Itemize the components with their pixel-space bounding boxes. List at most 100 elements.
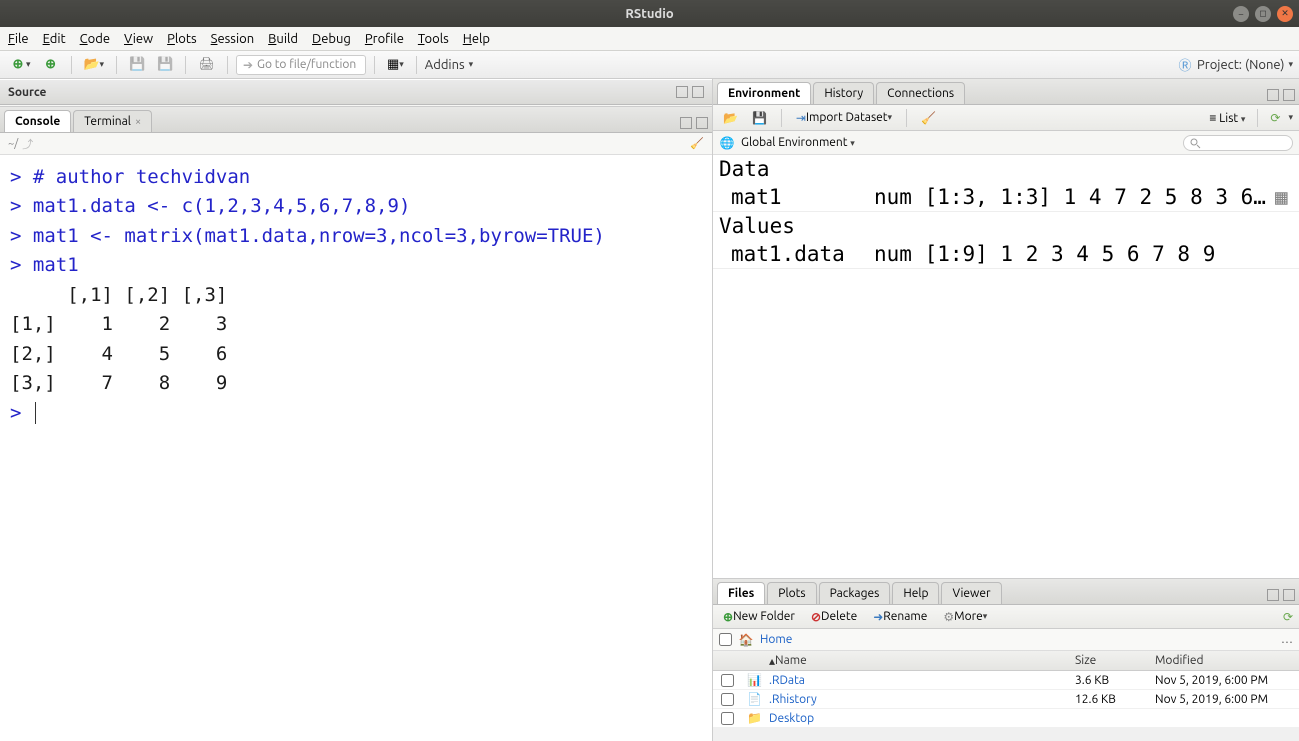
close-button[interactable]: ✕ [1277,6,1293,22]
breadcrumb-home[interactable]: Home [760,633,792,646]
r-project-icon: Ⓡ [1177,57,1193,73]
file-checkbox[interactable] [721,674,734,687]
titlebar: RStudio – ◻ ✕ [0,0,1299,27]
tab-connections[interactable]: Connections [876,82,965,104]
minimize-button[interactable]: – [1233,6,1249,22]
open-file-button[interactable]: 📂▾ [80,55,109,75]
file-size: 3.6 KB [1069,671,1149,689]
separator [374,56,375,74]
pane-max-icon[interactable] [1283,89,1295,101]
import-dataset-button[interactable]: ⇥ Import Dataset ▾ [792,109,896,127]
header-size[interactable]: Size [1069,651,1149,670]
environment-search-input[interactable] [1183,135,1293,151]
pane-max-icon[interactable] [696,117,708,129]
clear-workspace-button[interactable]: 🧹 [917,109,940,127]
pane-min-icon[interactable] [676,86,688,98]
grid-button[interactable]: ▦▾ [383,55,408,74]
header-modified[interactable]: Modified [1149,651,1299,670]
save-all-button[interactable]: 💾 [153,55,177,74]
maximize-button[interactable]: ◻ [1255,6,1271,22]
env-value-row[interactable]: mat1.datanum [1:9] 1 2 3 4 5 6 7 8 9 [713,240,1299,269]
addins-dropdown[interactable]: Addins ▾ [425,58,473,72]
console-output[interactable]: > # author techvidvan > mat1.data <- c(1… [0,155,712,741]
files-toolbar: ⊕ New Folder ⊘ Delete ➜ Rename ⚙ More ▾ … [713,605,1299,629]
goto-file-input[interactable]: ➔ Go to file/function [236,55,366,75]
menu-view[interactable]: View [124,32,153,46]
menu-tools[interactable]: Tools [418,32,449,46]
menu-profile[interactable]: Profile [365,32,404,46]
env-data-row[interactable]: mat1num [1:3, 1:3] 1 4 7 2 5 8 3 6…▦ [713,183,1299,212]
pane-max-icon[interactable] [692,86,704,98]
menu-edit[interactable]: Edit [43,32,66,46]
tab-packages[interactable]: Packages [819,582,891,604]
pane-min-icon[interactable] [680,117,692,129]
new-folder-button[interactable]: ⊕ New Folder [719,608,799,626]
separator [116,56,117,74]
tab-environment[interactable]: Environment [717,82,811,104]
source-pane-title: Source [8,86,46,99]
load-workspace-button[interactable]: 📂 [719,109,742,127]
window-controls: – ◻ ✕ [1233,6,1293,22]
save-workspace-button[interactable]: 💾 [748,109,771,127]
environment-toolbar: 📂 💾 ⇥ Import Dataset ▾ 🧹 ≡ List ▾ ⟳▾ [713,105,1299,131]
menu-help[interactable]: Help [463,32,490,46]
save-button[interactable]: 💾 [125,55,149,74]
pane-min-icon[interactable] [1267,589,1279,601]
menu-plots[interactable]: Plots [167,32,197,46]
close-icon[interactable]: × [135,116,141,128]
view-data-icon[interactable]: ▦ [1275,185,1293,209]
window-title: RStudio [625,7,673,21]
file-name-link[interactable]: .RData [769,674,805,687]
tab-terminal[interactable]: Terminal× [73,110,152,132]
home-icon[interactable]: 🏠 [738,632,754,648]
new-project-button[interactable]: ⊕ [39,55,63,75]
menu-debug[interactable]: Debug [312,32,351,46]
file-name-link[interactable]: .Rhistory [769,693,817,706]
print-button[interactable]: 🖨 [194,55,219,74]
tab-console[interactable]: Console [4,110,71,132]
file-modified [1149,709,1299,727]
tab-viewer[interactable]: Viewer [941,582,1001,604]
tab-plots[interactable]: Plots [767,582,816,604]
console-popout-icon[interactable]: ⤴ [22,136,33,152]
project-label: Project: (None) [1197,58,1284,72]
header-name[interactable]: ▴ Name [763,651,1069,670]
select-all-checkbox[interactable] [719,633,732,646]
menu-session[interactable]: Session [211,32,254,46]
menu-build[interactable]: Build [268,32,298,46]
tab-help[interactable]: Help [892,582,939,604]
tab-history[interactable]: History [813,82,874,104]
scope-dropdown[interactable]: Global Environment ▾ [741,136,855,149]
refresh-files-button[interactable]: ⟳ [1283,611,1293,624]
scope-icon: 🌐 [719,135,735,151]
rename-button[interactable]: ➜ Rename [869,608,931,626]
files-pane: Files Plots Packages Help Viewer ⊕ New F… [713,579,1299,741]
file-modified: Nov 5, 2019, 6:00 PM [1149,671,1299,689]
separator [185,56,186,74]
data-section-header: Data [713,155,1299,183]
file-size [1069,709,1149,727]
file-checkbox[interactable] [721,712,734,725]
file-name-link[interactable]: Desktop [769,712,814,725]
environment-scope-bar: 🌐 Global Environment ▾ [713,131,1299,155]
project-dropdown[interactable]: Ⓡ Project: (None) ▾ [1177,57,1293,73]
view-mode-dropdown[interactable]: ≡ List ▾ [1209,111,1245,125]
menu-code[interactable]: Code [80,32,110,46]
more-button[interactable]: ⚙ More ▾ [939,608,991,626]
file-modified: Nov 5, 2019, 6:00 PM [1149,690,1299,708]
tab-files[interactable]: Files [717,582,765,604]
breadcrumb-more-button[interactable]: … [1281,633,1293,646]
source-pane: Source [0,79,712,107]
clear-console-icon[interactable]: 🧹 [690,137,704,150]
right-column: Environment History Connections 📂 💾 ⇥ Im… [713,79,1299,741]
file-type-icon: 📄 [741,690,763,708]
refresh-button[interactable]: ⟳ [1270,111,1280,125]
pane-max-icon[interactable] [1283,589,1295,601]
files-list: 📊.RData3.6 KBNov 5, 2019, 6:00 PM📄.Rhist… [713,671,1299,728]
delete-button[interactable]: ⊘ Delete [807,608,861,626]
new-file-button[interactable]: ⊕▾ [6,55,35,75]
pane-min-icon[interactable] [1267,89,1279,101]
menu-file[interactable]: File [8,32,29,46]
chevron-down-icon: ▾ [1288,59,1293,70]
file-checkbox[interactable] [721,693,734,706]
